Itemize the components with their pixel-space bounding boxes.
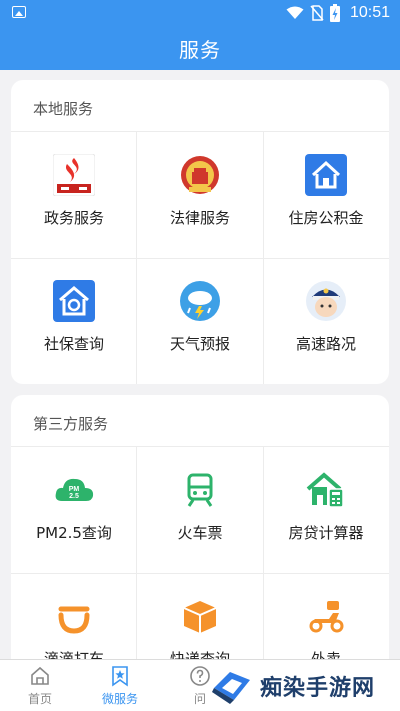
service-label: 社保查询 xyxy=(43,335,104,353)
government-service-icon xyxy=(53,154,95,196)
question-icon xyxy=(190,666,210,686)
didi-icon xyxy=(53,595,95,637)
mortgage-calculator-icon xyxy=(305,469,347,511)
service-highway-traffic[interactable]: 高速路况 xyxy=(263,258,389,384)
traffic-police-icon xyxy=(305,280,347,322)
package-icon xyxy=(179,595,221,637)
pm25-cloud-icon: PM 2.5 xyxy=(53,469,95,511)
service-label: 住房公积金 xyxy=(288,209,364,227)
section-title: 第三方服务 xyxy=(11,395,389,447)
service-label: 火车票 xyxy=(177,524,223,542)
scooter-icon xyxy=(305,595,347,637)
header: 服务 xyxy=(0,26,400,70)
train-icon xyxy=(179,469,221,511)
tab-micro-service[interactable]: 微服务 xyxy=(80,660,160,711)
service-mortgage-calculator[interactable]: 房贷计算器 xyxy=(263,447,389,573)
svg-text:2.5: 2.5 xyxy=(69,493,79,500)
service-social-security[interactable]: 社保查询 xyxy=(11,258,137,384)
service-label: 政务服务 xyxy=(43,209,104,227)
service-label: 高速路况 xyxy=(295,335,356,353)
section-title: 本地服务 xyxy=(11,80,389,132)
service-government[interactable]: 政务服务 xyxy=(11,132,137,258)
tab-label: 首页 xyxy=(27,692,52,706)
watermark-logo-icon xyxy=(212,672,250,704)
no-sim-icon xyxy=(310,5,324,21)
battery-charging-icon xyxy=(329,4,340,22)
tab-label: 微服务 xyxy=(101,692,138,706)
page-title: 服务 xyxy=(179,38,221,62)
housing-fund-icon xyxy=(305,154,347,196)
service-label: 房贷计算器 xyxy=(288,524,364,542)
service-label: PM2.5查询 xyxy=(36,524,112,542)
service-pm25[interactable]: PM 2.5 PM2.5查询 xyxy=(11,447,137,573)
tab-label: 问 xyxy=(193,692,206,706)
local-services-card: 本地服务 政务服务 法律服务 住房公积金 社保查询 天气预报 高速路况 xyxy=(11,80,389,384)
third-party-services-card: 第三方服务 PM 2.5 PM2.5查询 火车票 房贷计算器 xyxy=(11,395,389,685)
status-bar: 10:51 xyxy=(0,0,400,26)
service-weather[interactable]: 天气预报 xyxy=(137,258,263,384)
service-label: 天气预报 xyxy=(169,335,230,353)
clock: 10:51 xyxy=(349,4,390,21)
svg-text:PM: PM xyxy=(69,486,80,493)
service-housing-fund[interactable]: 住房公积金 xyxy=(263,132,389,258)
image-notification-icon xyxy=(12,6,26,18)
tab-home[interactable]: 首页 xyxy=(0,660,80,711)
weather-icon xyxy=(179,280,221,322)
watermark-text: 痴染手游网 xyxy=(260,676,376,701)
watermark: 痴染手游网 xyxy=(210,661,400,711)
wifi-icon xyxy=(286,6,304,19)
service-legal[interactable]: 法律服务 xyxy=(137,132,263,258)
service-train-ticket[interactable]: 火车票 xyxy=(137,447,263,573)
bookmark-star-icon xyxy=(112,666,128,687)
court-emblem-icon xyxy=(179,154,221,196)
service-label: 法律服务 xyxy=(169,209,230,227)
social-security-icon xyxy=(53,280,95,322)
home-icon xyxy=(31,666,49,685)
